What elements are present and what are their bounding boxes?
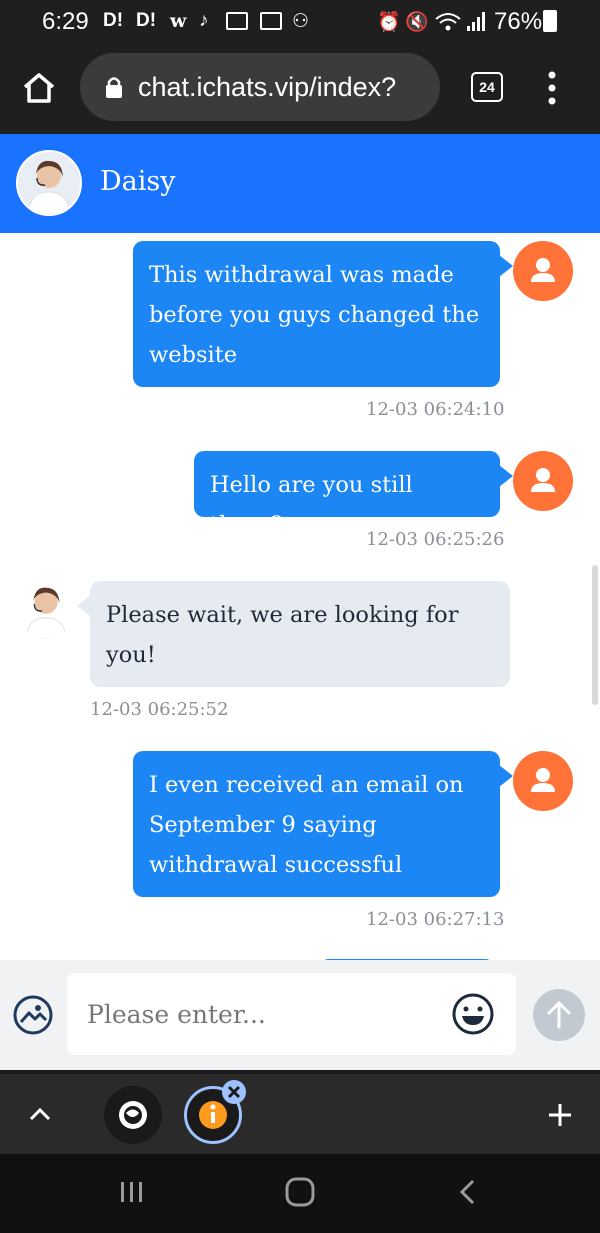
home-icon[interactable] — [22, 72, 56, 104]
new-tab-icon[interactable] — [547, 1102, 573, 1128]
status-bar: 6:29 D! D! w ♪ ⚇ ⏰ 🔇 76% — [0, 0, 600, 42]
battery-percent: 76% — [494, 8, 543, 35]
browser-bottom-bar — [0, 1070, 600, 1154]
incognito-icon: ⚇ — [292, 11, 310, 32]
status-time: 6:29 — [42, 8, 89, 35]
bubble-tail — [499, 465, 513, 487]
agent-avatar — [16, 150, 82, 216]
agent-avatar — [16, 579, 76, 639]
scrollbar[interactable] — [592, 565, 598, 705]
agent-name: Daisy — [100, 166, 176, 197]
message-bubble-outgoing: I even received an email on September 9 … — [133, 751, 500, 897]
translate-icon — [226, 12, 248, 30]
globe-icon — [119, 1101, 147, 1129]
recent-apps-icon[interactable] — [118, 1178, 146, 1206]
close-tab-button[interactable] — [222, 1080, 246, 1104]
bubble-tail — [499, 255, 513, 277]
back-icon[interactable] — [456, 1178, 478, 1206]
user-avatar — [513, 751, 573, 811]
user-avatar — [513, 241, 573, 301]
tab-switcher-button[interactable]: 24 — [471, 72, 503, 102]
bubble-tail — [77, 595, 91, 617]
wifi-icon — [435, 13, 461, 31]
notification-d-icon: D! — [103, 10, 124, 31]
browser-toolbar: chat.ichats.vip/index? 24 — [0, 42, 600, 134]
arrow-up-icon — [547, 1000, 571, 1029]
tiktok-icon: ♪ — [199, 10, 209, 31]
battery-icon — [543, 10, 557, 32]
image-icon — [260, 12, 282, 30]
message-bubble-outgoing: Hello are you still there? — [194, 451, 500, 538]
lock-icon — [106, 77, 122, 98]
message-timestamp: 12-03 06:25:52 — [90, 699, 229, 720]
url-text[interactable]: chat.ichats.vip/index? — [138, 72, 396, 103]
close-icon — [227, 1085, 241, 1099]
chevron-up-icon[interactable] — [28, 1106, 52, 1122]
chat-messages[interactable]: This withdrawal was made before you guys… — [0, 233, 600, 960]
message-bubble-incoming: Please wait, we are looking for you! — [90, 581, 510, 687]
wattpad-icon: w — [170, 10, 187, 32]
message-bubble-outgoing: This withdrawal was made before you guys… — [133, 241, 500, 387]
menu-icon[interactable] — [546, 70, 558, 106]
image-upload-icon[interactable] — [12, 994, 54, 1036]
mute-icon: 🔇 — [405, 12, 429, 33]
message-timestamp: 12-03 06:27:13 — [366, 909, 505, 930]
user-avatar — [513, 451, 573, 511]
system-nav-bar — [0, 1154, 600, 1233]
send-button[interactable] — [533, 989, 585, 1041]
chat-header: Daisy — [0, 134, 600, 233]
message-input-bar — [0, 960, 600, 1070]
emoji-icon[interactable] — [451, 992, 495, 1036]
alarm-icon: ⏰ — [377, 12, 401, 33]
signal-icon — [467, 12, 485, 31]
tab-favicon-button[interactable] — [104, 1086, 162, 1144]
message-input[interactable] — [67, 973, 516, 1055]
bubble-tail — [499, 765, 513, 787]
message-timestamp: 12-03 06:24:10 — [366, 399, 505, 420]
message-timestamp: 12-03 06:25:26 — [366, 529, 505, 550]
home-nav-icon[interactable] — [284, 1176, 316, 1208]
notification-d-icon-2: D! — [136, 10, 157, 31]
